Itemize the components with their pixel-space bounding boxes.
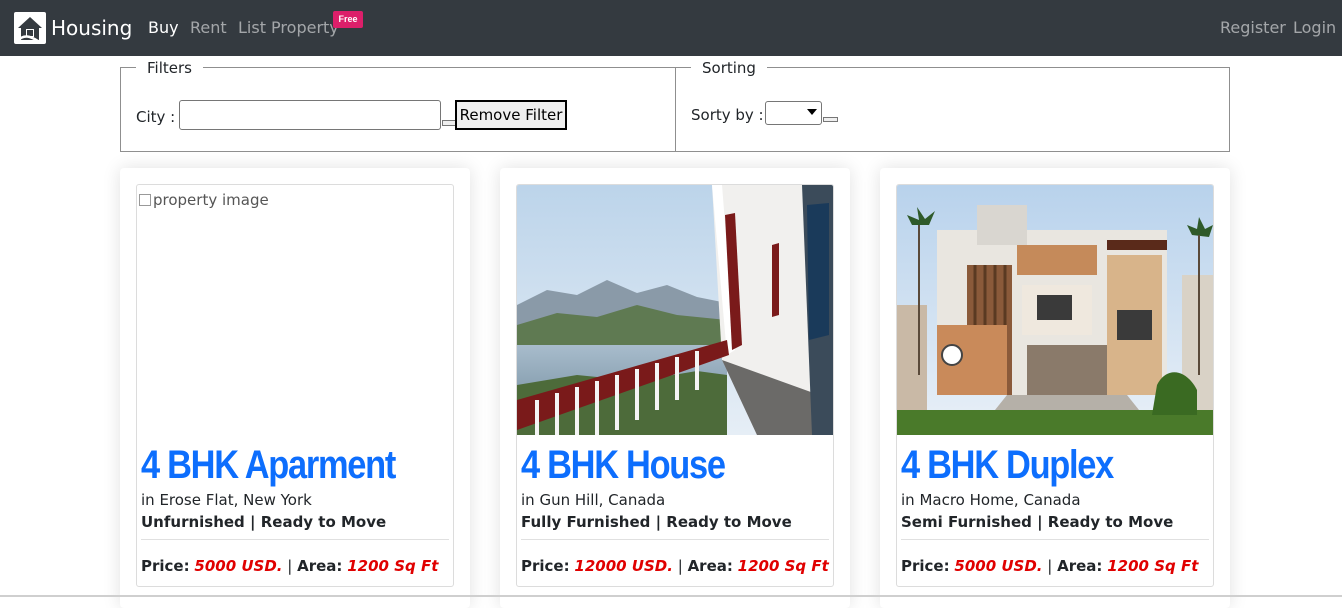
property-furnishing: Fully Furnished | Ready to Move <box>521 513 792 531</box>
city-input[interactable] <box>179 100 441 130</box>
broken-image: property image <box>139 191 269 209</box>
property-area: 1200 Sq Ft <box>1107 557 1199 575</box>
divider <box>521 539 829 540</box>
area-label: Area: <box>687 557 733 575</box>
sorting-fieldset: Sorting Sorty by : <box>675 59 1230 152</box>
area-label: Area: <box>1057 557 1103 575</box>
nav-list-property[interactable]: List Property <box>238 18 339 37</box>
broken-image-icon <box>139 194 151 206</box>
separator: | <box>1047 557 1053 575</box>
property-location: in Erose Flat, New York <box>141 491 312 509</box>
property-area: 1200 Sq Ft <box>737 557 829 575</box>
nav-buy[interactable]: Buy <box>148 18 179 37</box>
separator: | <box>677 557 683 575</box>
price-label: Price: <box>901 557 950 575</box>
image-alt-text: property image <box>153 191 269 209</box>
duplex-photo <box>897 185 1213 435</box>
property-location: in Gun Hill, Canada <box>521 491 666 509</box>
divider <box>901 539 1209 540</box>
sort-label: Sorty by : <box>691 106 764 124</box>
balcony-photo <box>517 185 833 435</box>
property-title[interactable]: 4 BHK Aparment <box>141 443 396 488</box>
separator: | <box>287 557 293 575</box>
property-card-inner[interactable]: 4 BHK Duplex in Macro Home, Canada Semi … <box>896 184 1214 587</box>
filters-fieldset: Filters City : Remove Filter <box>120 59 676 152</box>
remove-filter-button[interactable]: Remove Filter <box>455 100 567 130</box>
price-label: Price: <box>141 557 190 575</box>
property-furnishing: Unfurnished | Ready to Move <box>141 513 387 531</box>
chevron-down-icon <box>807 109 817 115</box>
area-label: Area: <box>297 557 343 575</box>
city-label: City : <box>136 108 176 126</box>
sorting-legend: Sorting <box>691 59 767 77</box>
nav-login[interactable]: Login <box>1293 18 1336 37</box>
property-card-inner[interactable]: 4 BHK House in Gun Hill, Canada Fully Fu… <box>516 184 834 587</box>
property-price-row: Price: 5000 USD. | Area: 1200 Sq Ft <box>901 557 1198 575</box>
property-card-inner[interactable]: property image 4 BHK Aparment in Erose F… <box>136 184 454 587</box>
navbar: Housing Buy Rent List Property Free Regi… <box>0 0 1342 56</box>
property-title[interactable]: 4 BHK Duplex <box>901 443 1114 488</box>
sort-select[interactable] <box>765 101 822 125</box>
property-area: 1200 Sq Ft <box>347 557 439 575</box>
price-label: Price: <box>521 557 570 575</box>
brand-link[interactable]: Housing <box>14 11 132 45</box>
filters-legend: Filters <box>136 59 203 77</box>
property-location: in Macro Home, Canada <box>901 491 1081 509</box>
property-card: 4 BHK Duplex in Macro Home, Canada Semi … <box>880 168 1230 608</box>
property-price: 12000 USD. <box>574 557 673 575</box>
property-card: property image 4 BHK Aparment in Erose F… <box>120 168 470 608</box>
divider <box>141 539 449 540</box>
property-price-row: Price: 12000 USD. | Area: 1200 Sq Ft <box>521 557 829 575</box>
property-title[interactable]: 4 BHK House <box>521 443 726 488</box>
property-price: 5000 USD. <box>954 557 1043 575</box>
property-price-row: Price: 5000 USD. | Area: 1200 Sq Ft <box>141 557 438 575</box>
property-price: 5000 USD. <box>194 557 283 575</box>
free-badge: Free <box>333 11 363 28</box>
sort-submit-button[interactable] <box>823 117 838 122</box>
property-image[interactable]: property image <box>137 185 453 435</box>
nav-register[interactable]: Register <box>1220 18 1286 37</box>
city-submit-button[interactable] <box>442 120 456 126</box>
property-image[interactable] <box>517 185 833 435</box>
nav-rent[interactable]: Rent <box>190 18 227 37</box>
brand-name: Housing <box>51 16 133 40</box>
property-image[interactable] <box>897 185 1213 435</box>
property-card: 4 BHK House in Gun Hill, Canada Fully Fu… <box>500 168 850 608</box>
property-furnishing: Semi Furnished | Ready to Move <box>901 513 1174 531</box>
house-icon <box>14 12 46 44</box>
